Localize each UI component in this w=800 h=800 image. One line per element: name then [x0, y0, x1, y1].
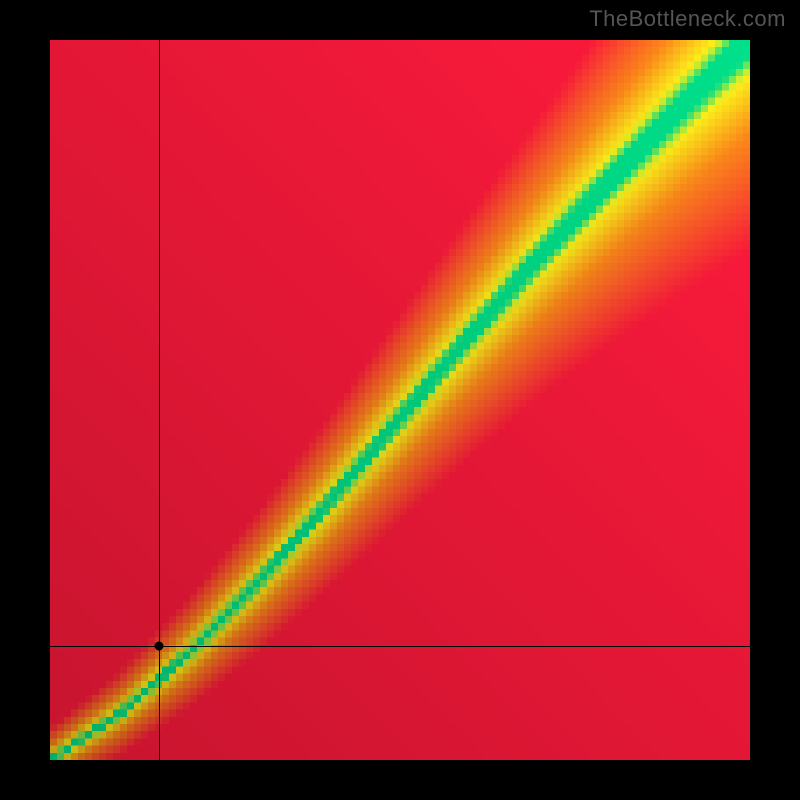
crosshair-vertical [159, 40, 160, 760]
selected-point-dot [154, 642, 163, 651]
chart-frame: TheBottleneck.com [0, 0, 800, 800]
bottleneck-heatmap [50, 40, 750, 760]
watermark-text: TheBottleneck.com [589, 6, 786, 32]
